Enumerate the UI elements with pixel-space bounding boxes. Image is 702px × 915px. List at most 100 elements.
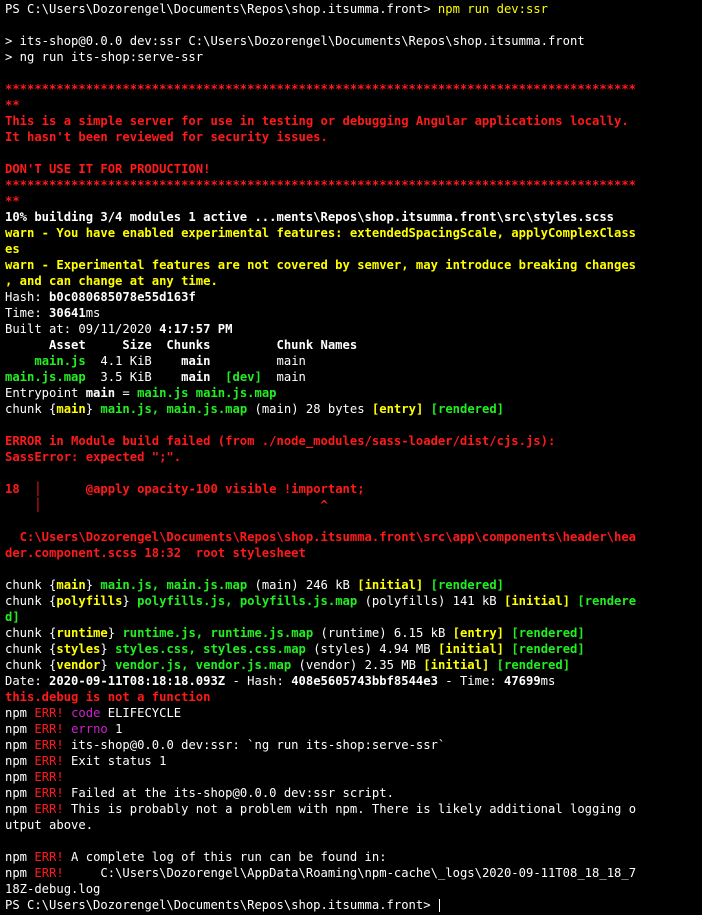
terminal-line: chunk {main} main.js, main.js.map (main)… bbox=[5, 577, 702, 593]
terminal-text: [initial] bbox=[423, 658, 490, 672]
terminal-line: npm ERR! This is probably not a problem … bbox=[5, 801, 702, 817]
terminal-text: [entry] bbox=[452, 626, 505, 640]
terminal-text: npm bbox=[5, 786, 35, 800]
terminal-text: errno bbox=[71, 722, 108, 736]
terminal-text: ERR! bbox=[34, 706, 64, 720]
terminal-line: Hash: b0c080685078e55d163f bbox=[5, 289, 702, 305]
terminal-window[interactable]: PS C:\Users\Dozorengel\Documents\Repos\s… bbox=[0, 0, 702, 915]
terminal-line: ****************************************… bbox=[5, 177, 702, 193]
terminal-text: polyfills bbox=[56, 594, 123, 608]
terminal-text: This is a simple server for use in testi… bbox=[5, 114, 629, 128]
terminal-text: vendor.js, vendor.js.map bbox=[115, 658, 292, 672]
terminal-text: npm bbox=[5, 802, 35, 816]
terminal-text: ** bbox=[5, 98, 20, 112]
terminal-line: This is a simple server for use in testi… bbox=[5, 113, 702, 129]
terminal-line: chunk {styles} styles.css, styles.css.ma… bbox=[5, 641, 702, 657]
terminal-text: - Hash: bbox=[225, 674, 292, 688]
terminal-text: } bbox=[85, 402, 101, 416]
terminal-text: ^ bbox=[41, 498, 328, 512]
terminal-line: chunk {runtime} runtime.js, runtime.js.m… bbox=[5, 625, 702, 641]
terminal-text: main.js bbox=[34, 354, 86, 368]
terminal-line: Entrypoint main = main.js main.js.map bbox=[5, 385, 702, 401]
terminal-text: main bbox=[210, 354, 306, 368]
terminal-text: } bbox=[85, 578, 101, 592]
terminal-text: [rendered] bbox=[430, 402, 505, 416]
terminal-text: (main) 246 kB bbox=[247, 578, 358, 592]
terminal-text: │ bbox=[34, 482, 42, 496]
terminal-line: npm ERR! code ELIFECYCLE bbox=[5, 705, 702, 721]
terminal-line: 18 │ @apply opacity-100 visible !importa… bbox=[5, 481, 702, 497]
terminal-text: npm bbox=[5, 754, 35, 768]
terminal-text: SassError: expected ";". bbox=[5, 450, 182, 464]
terminal-text: 47699 bbox=[503, 674, 541, 688]
terminal-text: [rendered] bbox=[496, 658, 571, 672]
terminal-text: its-shop@0.0.0 dev:ssr: `ng run its-shop… bbox=[63, 738, 446, 752]
terminal-text: 30641 bbox=[49, 306, 86, 320]
terminal-line: this.debug is not a function bbox=[5, 689, 702, 705]
terminal-text: this.debug is not a function bbox=[5, 690, 211, 704]
terminal-text: │ bbox=[34, 498, 42, 512]
terminal-text: PS C:\Users\Dozorengel\Documents\Repos\s… bbox=[5, 2, 438, 16]
terminal-text: (vendor) 2.35 MB bbox=[291, 658, 424, 672]
terminal-text: ERR! bbox=[34, 802, 64, 816]
terminal-line: PS C:\Users\Dozorengel\Documents\Repos\s… bbox=[5, 1, 702, 17]
terminal-text: } bbox=[100, 658, 116, 672]
terminal-text: vendor bbox=[56, 658, 101, 672]
terminal-text: ERR! bbox=[34, 866, 64, 880]
terminal-line: 10% building 3/4 modules 1 active ...men… bbox=[5, 209, 702, 225]
terminal-text: 2020-09-11T08:18:18.093Z bbox=[49, 674, 226, 688]
terminal-text: ** bbox=[5, 194, 20, 208]
terminal-text: [initial] bbox=[503, 594, 571, 608]
terminal-text: npm bbox=[5, 866, 35, 880]
terminal-text: ****************************************… bbox=[5, 178, 637, 192]
terminal-text: der.component.scss 18:32 root stylesheet bbox=[5, 546, 306, 560]
terminal-text: chunk { bbox=[5, 402, 57, 416]
terminal-text: = bbox=[115, 386, 138, 400]
terminal-line: utput above. bbox=[5, 817, 702, 833]
terminal-line: C:\Users\Dozorengel\Documents\Repos\shop… bbox=[5, 529, 702, 545]
terminal-text: @apply opacity-100 visible !important; bbox=[85, 482, 365, 496]
terminal-text: runtime bbox=[56, 626, 108, 640]
terminal-text: ERR! bbox=[34, 770, 64, 784]
terminal-text: ERR! bbox=[34, 754, 64, 768]
terminal-line: Date: 2020-09-11T08:18:18.093Z - Hash: 4… bbox=[5, 673, 702, 689]
terminal-text: b0c080685078e55d163f bbox=[49, 290, 196, 304]
terminal-text: main.js, main.js.map bbox=[100, 578, 248, 592]
terminal-text: , and can change at any time. bbox=[5, 274, 218, 288]
terminal-line: d] bbox=[5, 609, 702, 625]
terminal-text: styles bbox=[56, 642, 101, 656]
terminal-text: } bbox=[107, 626, 123, 640]
terminal-text: code bbox=[71, 706, 101, 720]
terminal-text: ms bbox=[540, 674, 556, 688]
terminal-line: > its-shop@0.0.0 dev:ssr C:\Users\Dozore… bbox=[5, 33, 702, 49]
terminal-text: Entrypoint bbox=[5, 386, 86, 400]
terminal-text: Date: bbox=[5, 674, 50, 688]
terminal-text: > its-shop@0.0.0 dev:ssr C:\Users\Dozore… bbox=[5, 34, 585, 48]
terminal-text: npm bbox=[5, 722, 35, 736]
terminal-text: main bbox=[181, 354, 211, 368]
terminal-line: │ ^ bbox=[5, 497, 702, 513]
terminal-text: main bbox=[56, 578, 86, 592]
terminal-line: der.component.scss 18:32 root stylesheet bbox=[5, 545, 702, 561]
terminal-text: [rendered] bbox=[511, 626, 585, 640]
terminal-text: npm bbox=[5, 738, 35, 752]
terminal-text: 4.1 KiB bbox=[85, 354, 182, 368]
terminal-text: Asset Size Chunks Chunk Names bbox=[5, 338, 358, 352]
terminal-line: warn - Experimental features are not cov… bbox=[5, 257, 702, 273]
terminal-text: chunk { bbox=[5, 578, 57, 592]
terminal-text: chunk { bbox=[5, 594, 57, 608]
terminal-text: ****************************************… bbox=[5, 82, 637, 96]
terminal-line: npm ERR! A complete log of this run can … bbox=[5, 849, 702, 865]
terminal-text: } bbox=[100, 642, 116, 656]
text-cursor-icon bbox=[438, 899, 440, 912]
